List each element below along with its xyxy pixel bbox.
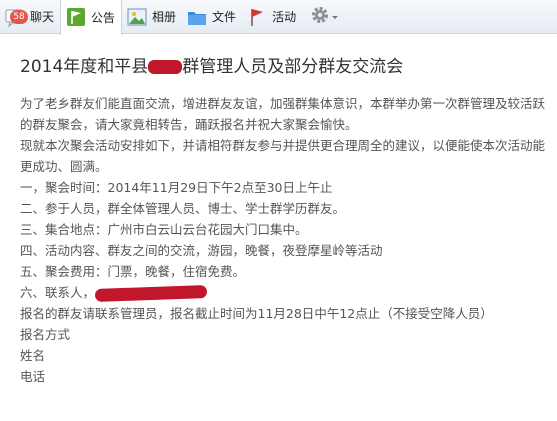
chat-icon: 58 bbox=[4, 6, 28, 28]
photo-album-icon bbox=[126, 6, 148, 28]
event-flag-icon bbox=[246, 6, 268, 28]
gear-icon bbox=[310, 5, 330, 29]
intro-paragraph: 为了老乡群友们能直面交流，增进群友友谊，加强群集体意识，本群举办第一次群管理及较… bbox=[20, 96, 546, 132]
unread-badge: 58 bbox=[10, 9, 28, 24]
tab-bar: 58 聊天 公告 相册 文件 活动 bbox=[0, 0, 557, 35]
tab-chat[interactable]: 58 聊天 bbox=[0, 0, 60, 34]
title-part: 2014年度和平县 bbox=[20, 57, 149, 77]
notice-title: 2014年度和平县 群管理人员及部分群友交流会 bbox=[20, 55, 550, 79]
item-participants: 二、参于人员，群全体管理人员、博士、学士群学历群友。 bbox=[20, 201, 346, 216]
item-location: 三、集合地点：广州市白云山云台花园大门口集中。 bbox=[20, 222, 308, 237]
redaction-mark bbox=[94, 285, 208, 302]
notice-content: 2014年度和平县 群管理人员及部分群友交流会 为了老乡群友们能直面交流，增进群友… bbox=[20, 34, 550, 387]
tab-announcement[interactable]: 公告 bbox=[60, 0, 123, 35]
tab-label: 公告 bbox=[91, 10, 116, 25]
item-activities: 四、活动内容、群友之间的交流，游园，晚餐，夜登摩星岭等活动 bbox=[20, 243, 383, 258]
tab-label: 文件 bbox=[212, 10, 237, 24]
title-part: 群管理人员及部分群友交流会 bbox=[182, 57, 404, 77]
tab-label: 活动 bbox=[272, 10, 297, 24]
tab-label: 聊天 bbox=[30, 10, 55, 24]
tab-album[interactable]: 相册 bbox=[122, 0, 182, 34]
announcement-flag-icon bbox=[65, 6, 87, 28]
tab-events[interactable]: 活动 bbox=[242, 0, 302, 34]
signup-info: 报名的群友请联系管理员，报名截止时间为11月28日中午12点止（不接受空降人员） bbox=[20, 306, 493, 321]
field-method: 报名方式 bbox=[20, 327, 71, 342]
item-time: 一，聚会时间：2014年11月29日下午2点至30日上午止 bbox=[20, 180, 333, 195]
field-phone: 电话 bbox=[20, 369, 46, 384]
settings-button[interactable] bbox=[310, 5, 340, 29]
redaction-mark bbox=[148, 60, 183, 74]
contact-label: 六、联系人， bbox=[20, 285, 96, 300]
tab-label: 相册 bbox=[152, 10, 177, 24]
item-cost: 五、聚会费用：门票，晚餐，住宿免费。 bbox=[20, 264, 246, 279]
item-contact: 六、联系人， bbox=[20, 282, 550, 303]
arrangement-paragraph: 现就本次聚会活动安排如下，并请相符群友参与并提供更合理周全的建议，以便能使本次活… bbox=[20, 138, 546, 174]
field-name: 姓名 bbox=[20, 348, 46, 363]
folder-icon bbox=[186, 6, 208, 28]
tab-files[interactable]: 文件 bbox=[182, 0, 242, 34]
chevron-down-icon bbox=[330, 7, 340, 26]
